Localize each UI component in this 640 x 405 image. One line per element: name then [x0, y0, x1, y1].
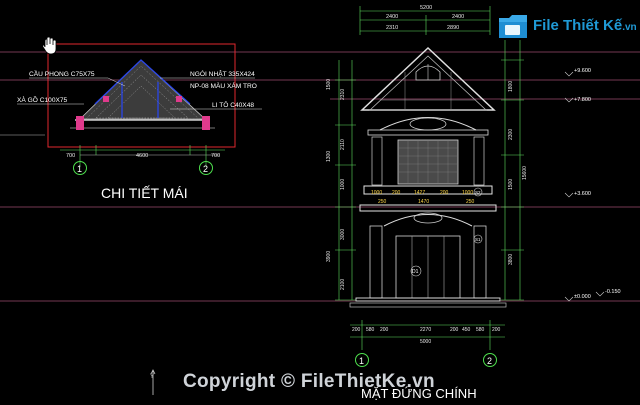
- level-lines: [0, 51, 640, 302]
- top-dim-total: 5200: [420, 5, 432, 11]
- balc-dim-3: 1427: [414, 190, 425, 196]
- bot-dim-5: 200: [450, 327, 459, 333]
- brand-logo: File Thiết Kế.vn: [497, 12, 637, 42]
- right-dim-3: 1500: [508, 179, 514, 190]
- level-7800: +7.800: [574, 97, 591, 103]
- level-3600: +3.600: [574, 191, 591, 197]
- copyright-watermark: Copyright © FileThietKe.vn: [183, 371, 435, 392]
- bot-dim-3: 200: [380, 327, 389, 333]
- left-dim-2: 2310: [340, 89, 346, 100]
- balc-dim-4: 200: [440, 190, 449, 196]
- label-xa-go: XÀ GỒ C100X75: [17, 94, 68, 104]
- elev-grid-bubbles: [355, 353, 497, 367]
- facade: [349, 46, 507, 308]
- left-dim-6: 3900: [326, 251, 332, 262]
- balc2-dim-3: 250: [466, 199, 475, 205]
- balc-dim-2: 200: [392, 190, 401, 196]
- balc2-dim-2: 1470: [418, 199, 429, 205]
- elev-grid-1: 1: [359, 356, 364, 366]
- bot-dim-7: 580: [476, 327, 485, 333]
- elev-bottom-dims: [350, 320, 505, 350]
- roof-dim-2: 4600: [136, 153, 148, 159]
- right-dim-5: 3800: [508, 254, 514, 265]
- left-dim-4: 1000: [340, 179, 346, 190]
- roof-grid-1: 1: [77, 164, 82, 174]
- bot-dim-6: 450: [462, 327, 471, 333]
- left-dim-5: 1300: [326, 151, 332, 162]
- top-dim-left: 2400: [386, 14, 398, 20]
- bot-dim-1: 200: [352, 327, 361, 333]
- drawing-canvas[interactable]: CẦU PHONG C75X75 XÀ GỒ C100X75 NGÓI NHẬT…: [0, 0, 640, 405]
- roof-grid-bubbles: [73, 160, 213, 175]
- bot-dim-total: 5000: [420, 339, 431, 345]
- label-np08: NP-08 MÀU XÁM TRO: [190, 81, 257, 90]
- right-total-dim: 15600: [522, 166, 528, 180]
- tag-d1: D1: [412, 269, 419, 275]
- bot-dim-2: 580: [366, 327, 375, 333]
- roof-dim-1: 700: [66, 153, 75, 159]
- pan-hand-icon[interactable]: [42, 36, 57, 55]
- left-dim-8: 3000: [340, 229, 346, 240]
- brand-name: File Thiết Kế.vn: [533, 17, 637, 34]
- balc-dim-1: 1000: [371, 190, 382, 196]
- roof-detail-title: CHI TIẾT MÁI: [101, 185, 188, 201]
- top-dim-right: 2400: [452, 14, 464, 20]
- top-dim-sub-right: 2890: [447, 25, 459, 31]
- level-0150: -0.150: [605, 289, 621, 295]
- level-9600: +9.600: [574, 68, 591, 74]
- folder-icon: [499, 15, 527, 38]
- tag-s2: S2: [475, 190, 481, 195]
- cad-viewport[interactable]: CẦU PHONG C75X75 XÀ GỒ C100X75 NGÓI NHẬT…: [0, 0, 640, 405]
- bot-dim-8: 200: [492, 327, 501, 333]
- elev-grid-2: 2: [487, 356, 492, 366]
- level-markers: [564, 71, 605, 302]
- balc2-dim-1: 250: [378, 199, 387, 205]
- left-dim-1: 1500: [326, 79, 332, 90]
- roof-grid-2: 2: [203, 164, 208, 174]
- roof-dim-3: 700: [211, 153, 220, 159]
- label-ngoi: NGÓI NHẬT 335X424: [190, 69, 255, 78]
- left-dim-10: 2100: [340, 279, 346, 290]
- right-dim-1: 1800: [508, 81, 514, 92]
- balc-dim-5: 1000: [462, 190, 473, 196]
- bot-dim-4: 2270: [420, 327, 431, 333]
- ucs-y-label: Y: [150, 374, 154, 380]
- top-dim-sub-left: 2310: [386, 25, 398, 31]
- right-dim-2: 2300: [508, 129, 514, 140]
- label-li-to: LI TÔ C40X48: [212, 100, 254, 109]
- level-0000: ±0.000: [574, 294, 591, 300]
- label-cau-phong: CẦU PHONG C75X75: [29, 68, 95, 78]
- tag-s1: S1: [475, 237, 481, 242]
- left-dim-3: 2110: [340, 139, 346, 150]
